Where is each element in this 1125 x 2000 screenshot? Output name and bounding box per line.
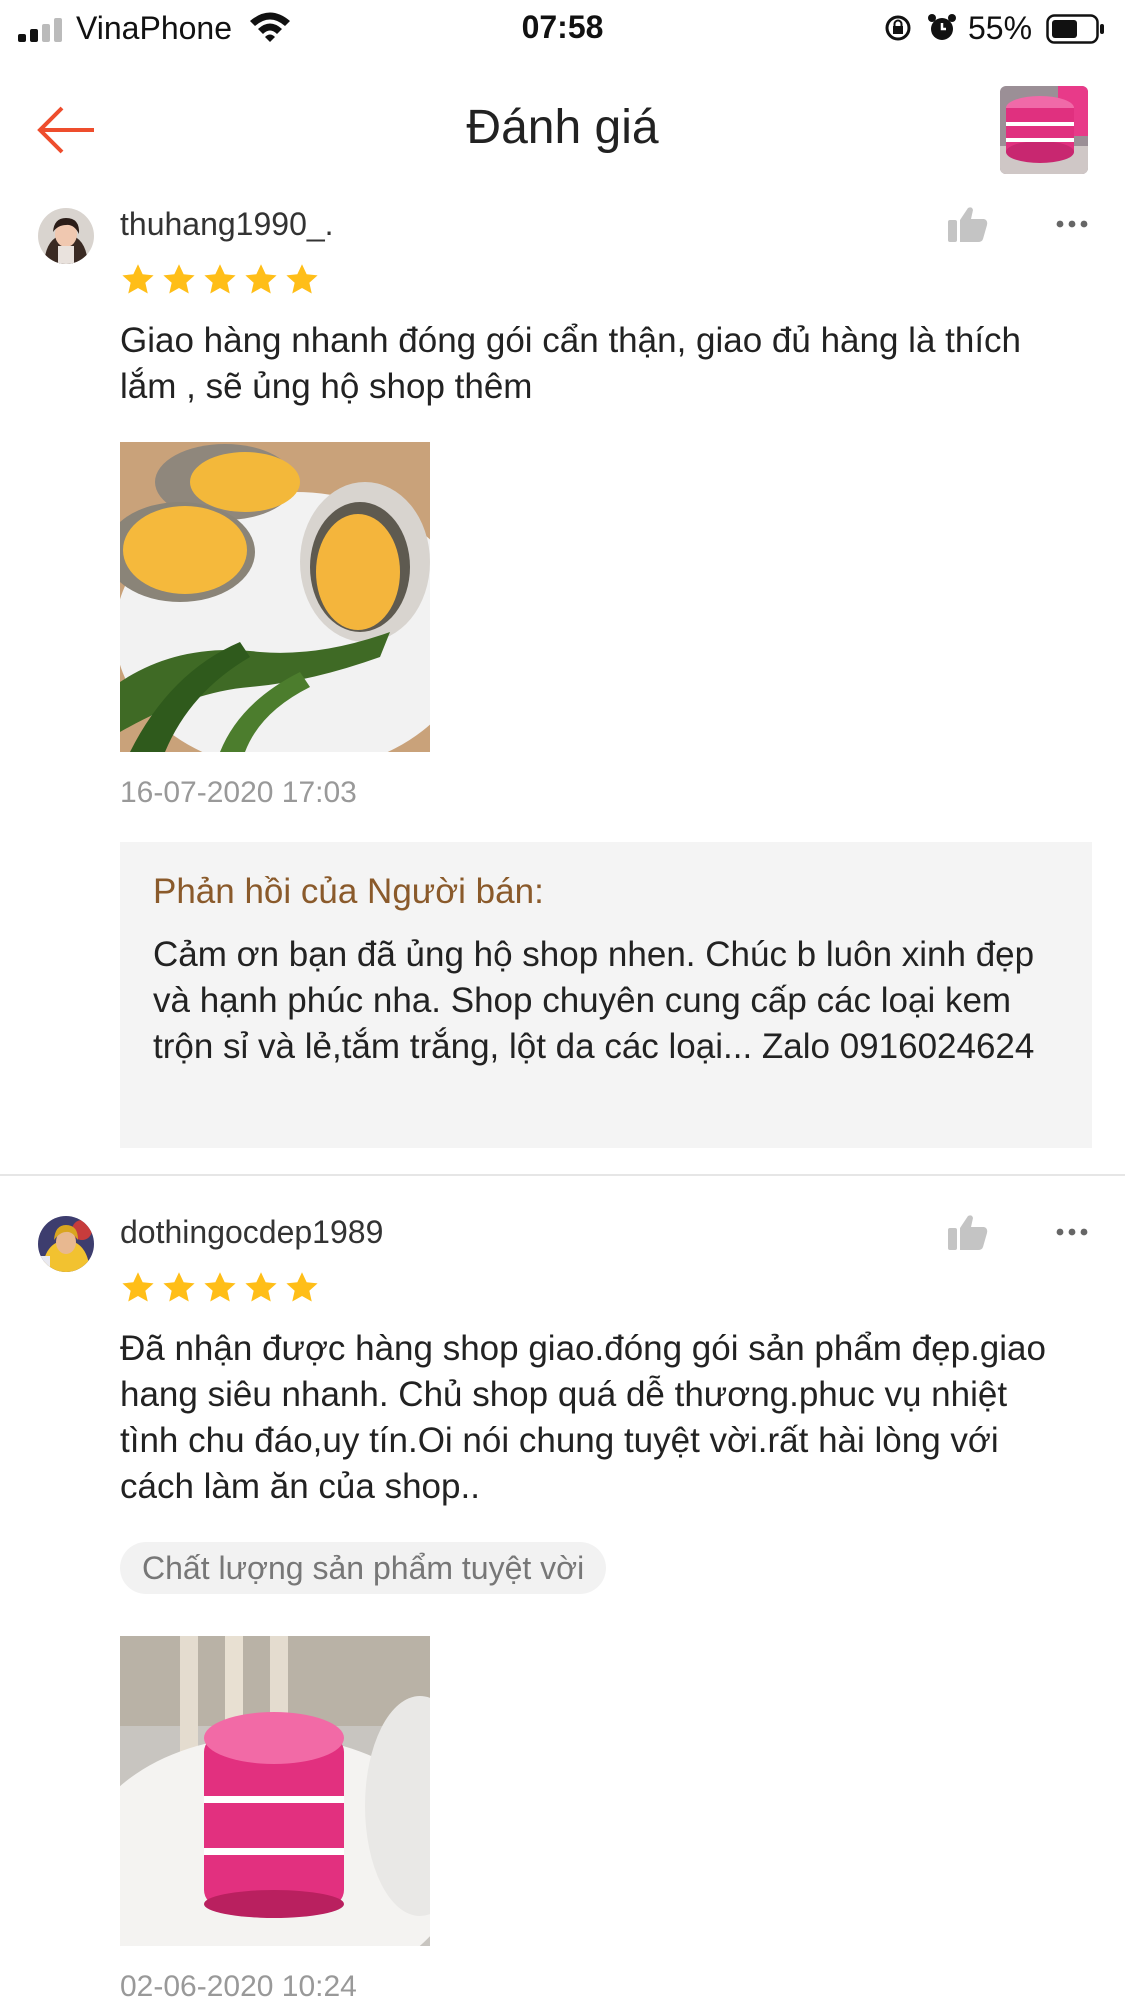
star-icon xyxy=(122,1272,154,1302)
avatar[interactable] xyxy=(38,1216,94,1272)
star-icon xyxy=(204,264,236,294)
more-icon[interactable] xyxy=(1054,1226,1090,1238)
star-icon xyxy=(286,264,318,294)
star-icon xyxy=(204,1272,236,1302)
seller-reply-box: Phản hồi của Người bán: Cảm ơn bạn đã ủn… xyxy=(120,842,1092,1148)
review-photo[interactable] xyxy=(120,1636,430,1946)
page-title: Đánh giá xyxy=(466,101,659,154)
star-icon xyxy=(122,264,154,294)
avatar[interactable] xyxy=(38,208,94,264)
header: Đánh giá xyxy=(0,70,1125,190)
more-icon[interactable] xyxy=(1054,218,1090,230)
seller-reply-label: Phản hồi của Người bán: xyxy=(153,872,544,911)
alarm-icon xyxy=(928,14,956,40)
review-date: 02-06-2020 10:24 xyxy=(120,1970,357,2000)
review-tag: Chất lượng sản phẩm tuyệt vời xyxy=(120,1542,607,1594)
seller-reply-text: Cảm ơn bạn đã ủng hộ shop nhen. Chúc b l… xyxy=(153,935,1035,1066)
thumbs-up-icon[interactable] xyxy=(946,1212,990,1252)
review-text: Giao hàng nhanh đóng gói cẩn thận, giao … xyxy=(120,321,1022,406)
status-bar: VinaPhone 07:58 55% xyxy=(0,0,1125,58)
thumbs-up-icon[interactable] xyxy=(946,204,990,244)
star-icon xyxy=(245,1272,277,1302)
product-thumbnail[interactable] xyxy=(1000,86,1088,174)
review-item: thuhang1990_. Giao hàng nhanh đóng gói c… xyxy=(0,200,1125,1180)
review-username: thuhang1990_. xyxy=(120,206,334,242)
star-icon xyxy=(286,1272,318,1302)
star-icon xyxy=(163,264,195,294)
review-item: dothingocdep1989 Đã nhận được hàng shop … xyxy=(0,1208,1125,2000)
rating-stars xyxy=(120,262,320,298)
star-icon xyxy=(163,1272,195,1302)
review-text: Đã nhận được hàng shop giao.đóng gói sản… xyxy=(120,1329,1046,1506)
divider xyxy=(0,1174,1125,1176)
review-photo[interactable] xyxy=(120,442,430,752)
review-username: dothingocdep1989 xyxy=(120,1214,384,1250)
rotation-lock-icon xyxy=(885,15,911,41)
battery-icon xyxy=(1046,14,1104,44)
rating-stars xyxy=(120,1270,320,1306)
star-icon xyxy=(245,264,277,294)
review-date: 16-07-2020 17:03 xyxy=(120,776,357,809)
battery-percent: 55% xyxy=(968,10,1033,46)
